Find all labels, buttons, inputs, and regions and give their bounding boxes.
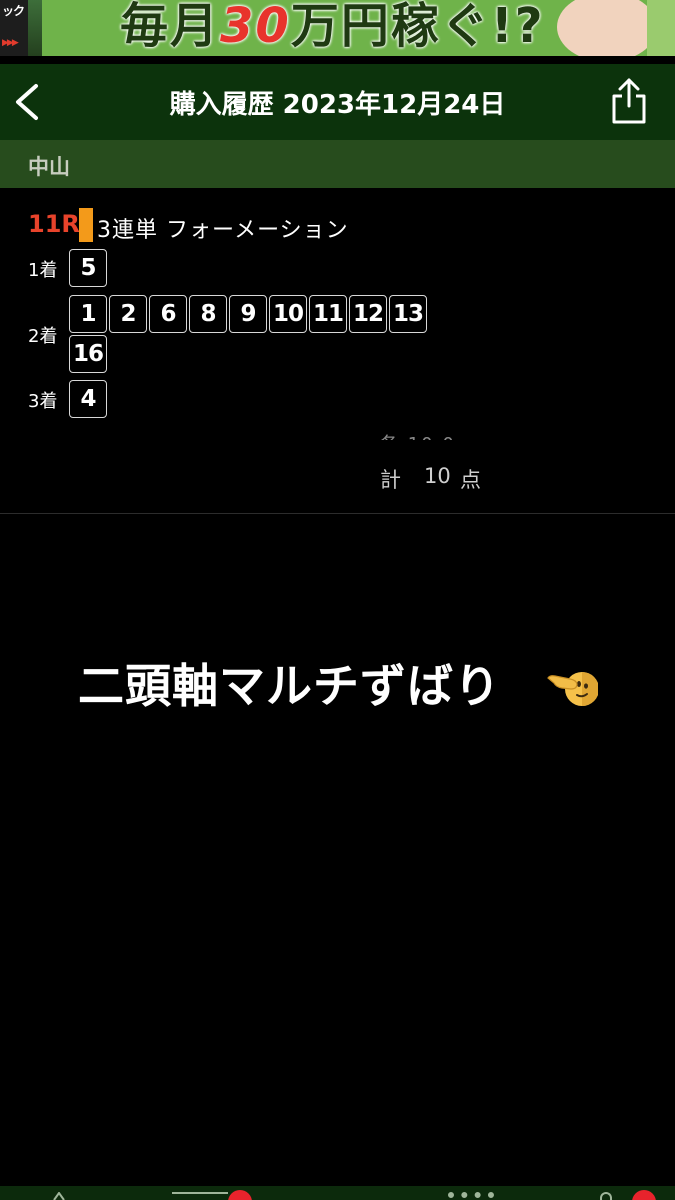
total-count: 10: [424, 464, 451, 488]
venue-name: 中山: [28, 155, 70, 179]
ad-banner[interactable]: ック ▶▶▶ 毎月30万円稼ぐ!?: [0, 0, 675, 56]
ad-person-image: [557, 0, 657, 56]
tab-account-icon[interactable]: [600, 1192, 612, 1200]
total-label: 計: [380, 468, 401, 492]
nav-header: 購入履歴 2023年12月24日: [0, 64, 675, 140]
overlay-caption: 二頭軸マルチずばり: [78, 659, 501, 713]
tab-tickets-icon[interactable]: [172, 1192, 228, 1200]
notification-badge: [632, 1190, 656, 1200]
horse-number-box: 9: [229, 295, 267, 333]
position-label-1st: 1着: [28, 260, 58, 281]
share-icon: [612, 78, 646, 124]
race-marker: [79, 208, 93, 242]
ad-arrows-icon: ▶▶▶: [2, 38, 19, 48]
screen: ック ▶▶▶ 毎月30万円稼ぐ!? 購入履歴 2023年12月24日 中山 11…: [0, 0, 675, 1200]
position-label-2nd: 2着: [28, 326, 58, 347]
ad-headline-number: 30: [220, 0, 291, 54]
ad-headline: 毎月30万円稼ぐ!?: [120, 0, 545, 56]
position-label-3rd: 3着: [28, 391, 58, 412]
total-points: 計 10 点: [380, 464, 481, 494]
venue-bar: 中山: [0, 140, 675, 188]
horse-number-box: 6: [149, 295, 187, 333]
notification-badge: [228, 1190, 252, 1200]
ad-headline-prefix: 毎月: [120, 0, 221, 54]
horse-number-box: 16: [69, 335, 107, 373]
ad-side-text: ック: [2, 4, 25, 18]
horse-number-box: 2: [109, 295, 147, 333]
ad-corner: [647, 0, 675, 56]
total-unit: 点: [460, 468, 481, 492]
page-title: 購入履歴 2023年12月24日: [169, 90, 506, 120]
race-number: 11R: [28, 210, 80, 238]
horse-number-box: 1: [69, 295, 107, 333]
horse-number-box: 10: [269, 295, 307, 333]
bet-amount-line: 各 10 0: [380, 430, 470, 440]
horse-number-box: 11: [309, 295, 347, 333]
horse-number-box: 13: [389, 295, 427, 333]
bet-type: 3連単 フォーメーション: [97, 218, 349, 243]
pointing-hand-face-icon: [547, 672, 598, 706]
horse-number-box: 5: [69, 249, 107, 287]
bottom-tab-bar: [0, 1186, 675, 1200]
ad-photo: [28, 0, 42, 56]
tab-home-icon[interactable]: [52, 1192, 66, 1200]
horse-number-box: 4: [69, 380, 107, 418]
horse-number-box: 8: [189, 295, 227, 333]
divider: [0, 513, 675, 514]
ad-headline-suffix: 万円稼ぐ!?: [290, 0, 545, 54]
ad-side-panel: ック ▶▶▶: [0, 0, 28, 56]
horse-number-box: 12: [349, 295, 387, 333]
tab-calendar-icon[interactable]: [448, 1192, 494, 1200]
share-button[interactable]: [609, 76, 649, 126]
